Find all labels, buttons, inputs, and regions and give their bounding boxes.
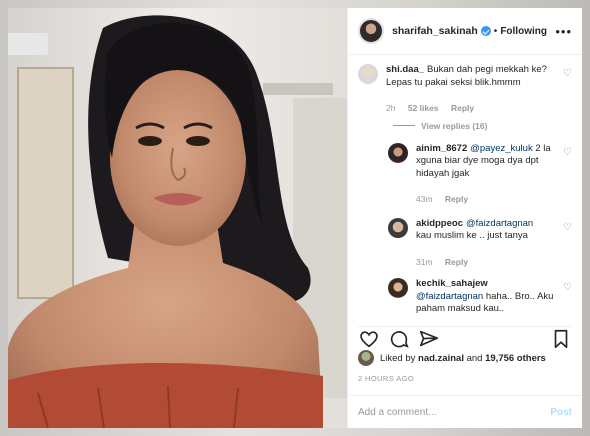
comment-like-heart-icon[interactable]: ♡ — [563, 222, 572, 233]
verified-badge-icon — [480, 26, 491, 36]
post-timestamp[interactable]: 2 HOURS AGO — [358, 374, 414, 383]
comment-username[interactable]: kechik_sahajew — [416, 278, 488, 289]
comment-username[interactable]: ainim_8672 — [416, 143, 467, 154]
more-dots-icon[interactable]: ••• — [555, 24, 572, 39]
likes-summary: Liked by nad.zainal and 19,756 others — [358, 350, 572, 366]
post-actions-bar — [358, 326, 572, 348]
comment-like-heart-icon[interactable]: ♡ — [563, 68, 572, 79]
heart-icon[interactable] — [358, 328, 380, 350]
author-username[interactable]: sharifah_sakinah — [392, 25, 478, 37]
reply-item: kechik_sahajew @faizdartagnan haha.. Bro… — [388, 278, 572, 316]
view-replies-button[interactable]: View replies (16) — [393, 121, 572, 131]
view-replies-label: View replies (16) — [421, 120, 488, 131]
comments-list[interactable]: shi.daa_ Bukan dah pegi mekkah ke? Lepas … — [348, 56, 582, 321]
post-modal: sharifah_sakinah • Following ••• shi.daa… — [8, 8, 582, 428]
commenter-avatar[interactable] — [388, 142, 408, 163]
separator-dot: • — [493, 25, 498, 37]
comment-username[interactable]: shi.daa_ — [386, 64, 424, 75]
commenter-avatar[interactable] — [358, 64, 378, 84]
likes-prefix: Liked by — [380, 352, 416, 364]
reply-item: ainim_8672 @payez_kuluk 2 la xguna biar d… — [388, 142, 572, 206]
comment-icon[interactable] — [388, 328, 410, 350]
following-button[interactable]: Following — [500, 26, 547, 37]
post-photo[interactable] — [8, 8, 347, 428]
comment-time[interactable]: 31m — [416, 257, 433, 267]
liker-username[interactable]: nad.zainal — [418, 353, 464, 364]
commenter-avatar[interactable] — [388, 278, 408, 298]
liker-avatar[interactable] — [358, 350, 374, 366]
comment-text: kau muslim ke .. just tanya — [416, 230, 528, 241]
add-comment-bar: Add a comment... Post — [348, 395, 582, 428]
likes-connector: and — [466, 352, 483, 364]
add-comment-input[interactable]: Add a comment... — [358, 407, 550, 418]
share-icon[interactable] — [418, 328, 440, 350]
comment-like-heart-icon[interactable]: ♡ — [563, 147, 572, 158]
comment-username[interactable]: akidppeoc — [416, 218, 463, 229]
post-header: sharifah_sakinah • Following ••• — [348, 8, 582, 55]
portrait-image — [8, 8, 347, 428]
reply-item: akidppeoc @faizdartagnan kau muslim ke ..… — [388, 217, 572, 269]
post-side-panel: sharifah_sakinah • Following ••• shi.daa… — [347, 8, 582, 428]
comment-mention[interactable]: @payez_kuluk — [470, 143, 532, 154]
reply-button[interactable]: Reply — [445, 194, 468, 204]
reply-button[interactable]: Reply — [445, 257, 468, 267]
comment-mention[interactable]: @faizdartagnan — [416, 291, 483, 302]
commenter-avatar[interactable] — [388, 217, 408, 238]
comment-mention[interactable]: @faizdartagnan — [466, 218, 533, 229]
comment-time[interactable]: 2h — [386, 103, 395, 113]
reply-button[interactable]: Reply — [451, 103, 474, 113]
likes-count[interactable]: 19,756 others — [485, 353, 546, 364]
comment-time[interactable]: 43m — [416, 194, 433, 204]
view-replies-line — [393, 125, 415, 126]
comment-like-heart-icon[interactable]: ♡ — [563, 282, 572, 293]
bookmark-icon[interactable] — [550, 328, 572, 350]
author-avatar[interactable] — [358, 18, 384, 44]
comment-item: shi.daa_ Bukan dah pegi mekkah ke? Lepas … — [358, 64, 572, 115]
post-comment-button[interactable]: Post — [550, 407, 572, 418]
comment-likes[interactable]: 52 likes — [408, 103, 439, 113]
